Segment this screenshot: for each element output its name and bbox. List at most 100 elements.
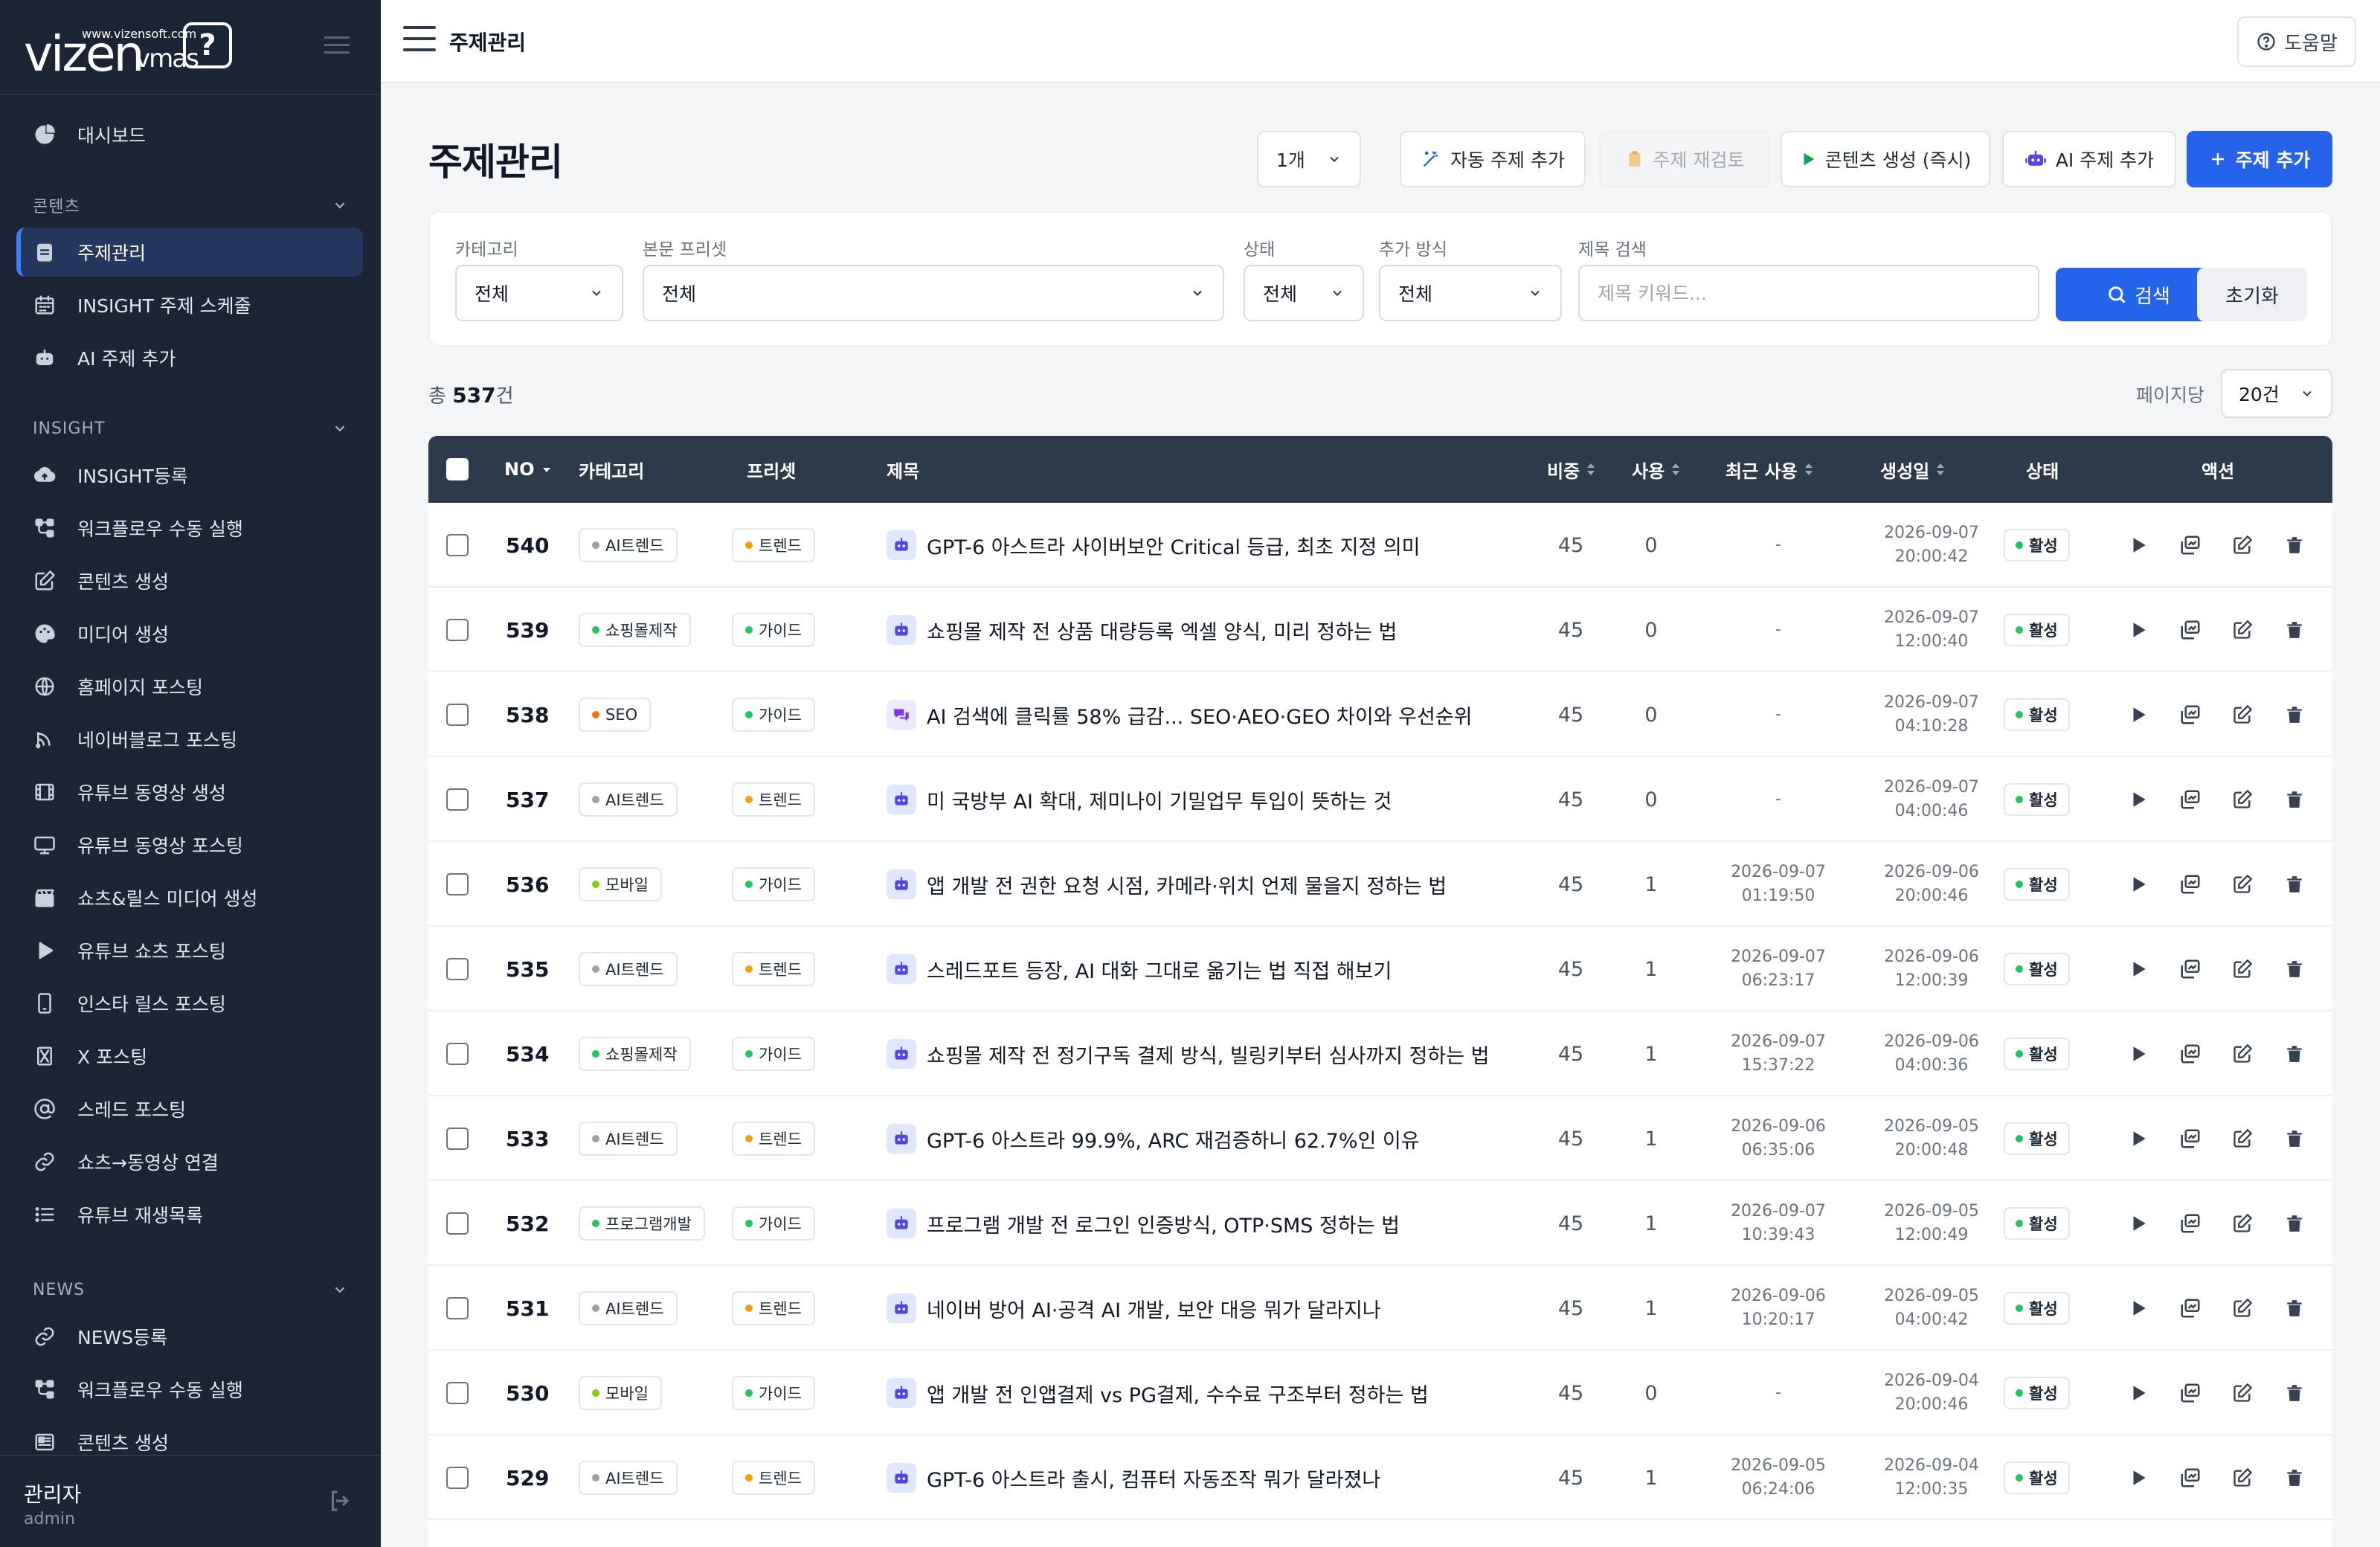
table-row[interactable]: 531 AI트렌드 트렌드 네이버 방어 AI·공격 AI 개발, 보안 대응 뭐가 … (428, 1266, 2332, 1351)
table-row[interactable]: 538 SEO 가이드 AI 검색에 클릭률 58% 급감... SEO·AEO·GE… (428, 672, 2332, 757)
col-weight[interactable]: 비중 (1547, 436, 1596, 503)
title-search-input[interactable] (1578, 265, 2039, 321)
media-icon[interactable] (2179, 1043, 2202, 1065)
row-checkbox[interactable] (446, 503, 469, 588)
run-icon[interactable] (2127, 619, 2149, 641)
filter-preset-select[interactable]: 전체 (643, 265, 1224, 321)
row-checkbox[interactable] (446, 588, 469, 672)
sidebar-item[interactable]: X 포스팅 (16, 1032, 363, 1081)
row-title[interactable]: 미 국방부 AI 확대, 제미나이 기밀업무 투입이 뜻하는 것 (887, 757, 1392, 842)
run-icon[interactable] (2127, 1382, 2149, 1404)
row-checkbox[interactable] (446, 757, 469, 842)
run-icon[interactable] (2127, 788, 2149, 811)
row-checkbox[interactable] (446, 1435, 469, 1520)
delete-icon[interactable] (2283, 704, 2306, 726)
table-row[interactable]: 539 쇼핑몰제작 가이드 쇼핑몰 제작 전 상품 대량등록 엑셀 양식, 미리 정하… (428, 588, 2332, 672)
row-title[interactable]: 앱 개발 전 인앱결제 vs PG결제, 수수료 구조부터 정하는 법 (887, 1351, 1429, 1435)
run-icon[interactable] (2127, 534, 2149, 556)
run-icon[interactable] (2127, 873, 2149, 895)
sidebar-item[interactable]: 유튜브 동영상 생성 (16, 768, 363, 817)
table-row[interactable]: 534 쇼핑몰제작 가이드 쇼핑몰 제작 전 정기구독 결제 방식, 빌링키부터 심사… (428, 1012, 2332, 1096)
delete-icon[interactable] (2283, 1297, 2306, 1319)
sidebar-item[interactable]: 유튜브 동영상 포스팅 (16, 820, 363, 869)
col-no[interactable]: NO (504, 436, 553, 503)
row-title[interactable]: 앱 개발 전 권한 요청 시점, 카메라·위치 언제 물을지 정하는 법 (887, 842, 1447, 927)
generate-content-button[interactable]: 콘텐츠 생성 (즉시) (1781, 131, 1990, 187)
delete-icon[interactable] (2283, 1128, 2306, 1150)
sidebar-item[interactable]: 네이버블로그 포스팅 (16, 715, 363, 764)
edit-icon[interactable] (2231, 1382, 2254, 1404)
edit-icon[interactable] (2231, 534, 2254, 556)
sidebar-collapse-icon[interactable] (324, 36, 350, 55)
filter-method-select[interactable]: 전체 (1379, 265, 1562, 321)
row-checkbox[interactable] (446, 672, 469, 757)
auto-add-topic-button[interactable]: 자동 주제 추가 (1400, 131, 1586, 187)
delete-icon[interactable] (2283, 1382, 2306, 1404)
sidebar-item[interactable]: AI 주제 추가 (16, 333, 363, 382)
table-row[interactable]: 533 AI트렌드 트렌드 GPT-6 아스트라 99.9%, ARC 재검증하니 6… (428, 1096, 2332, 1181)
row-title[interactable]: 스레드포트 등장, AI 대화 그대로 옮기는 법 직접 해보기 (887, 927, 1392, 1012)
table-row[interactable]: 529 AI트렌드 트렌드 GPT-6 아스트라 출시, 컴퓨터 자동조작 뭐가 달라… (428, 1435, 2332, 1520)
row-checkbox[interactable] (446, 1351, 469, 1435)
edit-icon[interactable] (2231, 873, 2254, 895)
table-row[interactable]: 530 모바일 가이드 앱 개발 전 인앱결제 vs PG결제, 수수료 구조부터 정… (428, 1351, 2332, 1435)
filter-category-select[interactable]: 전체 (455, 265, 623, 321)
edit-icon[interactable] (2231, 1212, 2254, 1235)
row-checkbox[interactable] (446, 1012, 469, 1096)
edit-icon[interactable] (2231, 1297, 2254, 1319)
row-title[interactable]: 쇼핑몰 제작 전 정기구독 결제 방식, 빌링키부터 심사까지 정하는 법 (887, 1012, 1490, 1096)
run-icon[interactable] (2127, 958, 2149, 980)
edit-icon[interactable] (2231, 1043, 2254, 1065)
run-icon[interactable] (2127, 1297, 2149, 1319)
sidebar-section-header[interactable]: NEWS (33, 1275, 348, 1305)
reset-button[interactable]: 초기화 (2197, 268, 2307, 321)
table-row[interactable]: 540 AI트렌드 트렌드 GPT-6 아스트라 사이버보안 Critical 등급,… (428, 503, 2332, 588)
filter-status-select[interactable]: 전체 (1244, 265, 1364, 321)
row-checkbox[interactable] (446, 1096, 469, 1181)
edit-icon[interactable] (2231, 958, 2254, 980)
run-icon[interactable] (2127, 1043, 2149, 1065)
col-usage[interactable]: 사용 (1632, 436, 1681, 503)
table-row[interactable]: 532 프로그램개발 가이드 프로그램 개발 전 로그인 인증방식, OTP·SMS … (428, 1181, 2332, 1266)
row-checkbox[interactable] (446, 1181, 469, 1266)
ai-add-topic-button[interactable]: AI 주제 추가 (2002, 131, 2176, 187)
media-icon[interactable] (2179, 534, 2202, 556)
delete-icon[interactable] (2283, 1212, 2306, 1235)
row-checkbox[interactable] (446, 842, 469, 927)
table-row[interactable]: 535 AI트렌드 트렌드 스레드포트 등장, AI 대화 그대로 옮기는 법 직접 … (428, 927, 2332, 1012)
sidebar-item[interactable]: INSIGHT등록 (16, 451, 363, 500)
row-title[interactable]: 네이버 방어 AI·공격 AI 개발, 보안 대응 뭐가 달라지나 (887, 1266, 1381, 1351)
menu-icon[interactable] (403, 24, 436, 54)
review-topic-button[interactable]: 주제 재검토 (1599, 131, 1770, 187)
row-title[interactable]: GPT-6 아스트라 99.9%, ARC 재검증하니 62.7%인 이유 (887, 1096, 1420, 1181)
col-created[interactable]: 생성일 (1880, 436, 1946, 503)
logout-icon[interactable] (327, 1488, 354, 1514)
media-icon[interactable] (2179, 1297, 2202, 1319)
sidebar-item[interactable]: 대시보드 (16, 110, 363, 159)
row-title[interactable]: 프로그램 개발 전 로그인 인증방식, OTP·SMS 정하는 법 (887, 1181, 1400, 1266)
sidebar-item[interactable]: 워크플로우 수동 실행 (16, 504, 363, 553)
table-row[interactable]: 537 AI트렌드 트렌드 미 국방부 AI 확대, 제미나이 기밀업무 투입이 뜻하… (428, 757, 2332, 842)
row-checkbox[interactable] (446, 927, 469, 1012)
sidebar-item[interactable]: 워크플로우 수동 실행 (16, 1365, 363, 1414)
delete-icon[interactable] (2283, 534, 2306, 556)
delete-icon[interactable] (2283, 1043, 2306, 1065)
media-icon[interactable] (2179, 1128, 2202, 1150)
sidebar-item[interactable]: 쇼츠&릴스 미디어 생성 (16, 873, 363, 922)
media-icon[interactable] (2179, 1212, 2202, 1235)
table-row[interactable]: 536 모바일 가이드 앱 개발 전 권한 요청 시점, 카메라·위치 언제 물을지 … (428, 842, 2332, 927)
run-icon[interactable] (2127, 1212, 2149, 1235)
edit-icon[interactable] (2231, 788, 2254, 811)
media-icon[interactable] (2179, 788, 2202, 811)
media-icon[interactable] (2179, 704, 2202, 726)
sidebar-item[interactable]: 콘텐츠 생성 (16, 556, 363, 605)
edit-icon[interactable] (2231, 1128, 2254, 1150)
delete-icon[interactable] (2283, 873, 2306, 895)
add-topic-button[interactable]: 주제 추가 (2187, 131, 2332, 187)
delete-icon[interactable] (2283, 1467, 2306, 1489)
row-title[interactable]: GPT-6 아스트라 출시, 컴퓨터 자동조작 뭐가 달라졌나 (887, 1435, 1380, 1520)
search-button[interactable]: 검색 (2056, 268, 2221, 321)
media-icon[interactable] (2179, 619, 2202, 641)
edit-icon[interactable] (2231, 619, 2254, 641)
sidebar-item[interactable]: 주제관리 (16, 228, 363, 277)
